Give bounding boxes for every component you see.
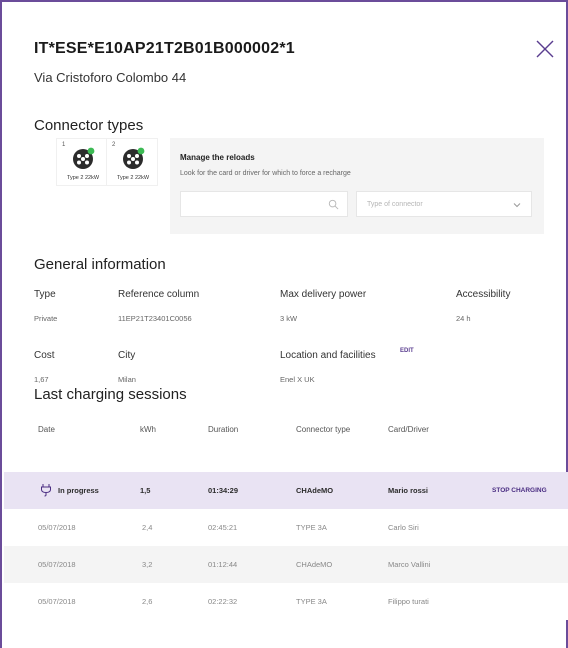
- session-kwh: 1,5: [140, 486, 151, 495]
- connector-label: Type 2 22kW: [116, 175, 150, 181]
- location-facilities-label: Location and facilities: [280, 350, 376, 361]
- session-date: 05/07/2018: [38, 560, 76, 569]
- connector-card-1[interactable]: 1 Type 2 22kW: [56, 138, 108, 186]
- station-address: Via Cristoforo Colombo 44: [34, 70, 187, 85]
- manage-reloads-description: Look for the card or driver for which to…: [180, 170, 351, 177]
- session-duration: 02:45:21: [208, 523, 238, 532]
- accessibility-label: Accessibility: [456, 289, 511, 300]
- connector-number: 2: [112, 142, 116, 148]
- connector-label: Type 2 22kW: [66, 175, 100, 181]
- edit-location-link[interactable]: EDIT: [400, 348, 414, 354]
- active-session-row[interactable]: In progress 1,5 01:34:29 CHAdeMO Mario r…: [4, 472, 568, 509]
- session-status: In progress: [58, 486, 99, 495]
- max-delivery-power-label: Max delivery power: [280, 289, 367, 300]
- accessibility-value: 24 h: [456, 314, 471, 323]
- stop-charging-button[interactable]: STOP CHARGING: [492, 487, 547, 494]
- session-driver: Filippo turati: [388, 597, 429, 606]
- session-duration: 01:12:44: [208, 560, 238, 569]
- connector-number: 1: [62, 142, 66, 148]
- session-connector: TYPE 3A: [296, 523, 327, 532]
- session-kwh: 3,2: [142, 560, 153, 569]
- charging-station-panel: IT*ESE*E10AP21T2B01B000002*1 Via Cristof…: [0, 0, 568, 648]
- location-facilities-value: Enel X UK: [280, 375, 315, 384]
- type2-plug-icon: [123, 147, 145, 169]
- city-value: Milan: [118, 375, 136, 384]
- table-row[interactable]: 05/07/2018 2,4 02:45:21 TYPE 3A Carlo Si…: [4, 509, 568, 546]
- station-id-title: IT*ESE*E10AP21T2B01B000002*1: [34, 40, 295, 57]
- column-header-kwh: kWh: [140, 425, 156, 434]
- session-duration: 02:22:32: [208, 597, 238, 606]
- session-driver: Mario rossi: [388, 486, 429, 495]
- connector-types-heading: Connector types: [34, 117, 144, 134]
- session-driver: Marco Vallini: [388, 560, 431, 569]
- city-label: City: [118, 350, 136, 361]
- connector-card-2[interactable]: 2 Type 2 22kW: [106, 138, 158, 186]
- reference-column-value: 11EP21T23401C0056: [118, 314, 192, 323]
- type-label: Type: [34, 289, 56, 300]
- session-duration: 01:34:29: [208, 486, 239, 495]
- session-connector: CHAdeMO: [296, 486, 334, 495]
- connector-type-select[interactable]: Type of connector: [356, 191, 532, 217]
- type-value: Private: [34, 314, 58, 323]
- cost-value: 1,67: [34, 375, 49, 384]
- table-row[interactable]: 05/07/2018 2,6 02:22:32 TYPE 3A Filippo …: [4, 583, 568, 620]
- connector-type-placeholder: Type of connector: [367, 201, 423, 208]
- chevron-down-icon: [513, 203, 521, 208]
- column-header-date: Date: [38, 425, 55, 434]
- manage-reloads-panel: Manage the reloads Look for the card or …: [170, 138, 544, 234]
- session-driver: Carlo Siri: [388, 523, 419, 532]
- session-kwh: 2,4: [142, 523, 153, 532]
- manage-reloads-title: Manage the reloads: [180, 153, 255, 162]
- close-icon[interactable]: [534, 38, 556, 60]
- session-date: 05/07/2018: [38, 523, 76, 532]
- column-header-connector-type: Connector type: [296, 425, 351, 434]
- cost-label: Cost: [34, 350, 55, 361]
- session-kwh: 2,6: [142, 597, 153, 606]
- charging-plug-icon: [41, 484, 51, 497]
- column-header-duration: Duration: [208, 425, 239, 434]
- reference-column-label: Reference column: [118, 289, 200, 300]
- type2-plug-icon: [73, 147, 95, 169]
- search-icon[interactable]: [328, 199, 339, 210]
- table-row[interactable]: 05/07/2018 3,2 01:12:44 CHAdeMO Marco Va…: [4, 546, 568, 583]
- card-driver-search-input[interactable]: [180, 191, 348, 217]
- session-date: 05/07/2018: [38, 597, 76, 606]
- session-connector: CHAdeMO: [296, 560, 333, 569]
- general-information-heading: General information: [34, 256, 166, 273]
- last-charging-sessions-heading: Last charging sessions: [34, 386, 187, 403]
- column-header-card-driver: Card/Driver: [388, 425, 429, 434]
- max-delivery-power-value: 3 kW: [280, 314, 298, 323]
- session-connector: TYPE 3A: [296, 597, 327, 606]
